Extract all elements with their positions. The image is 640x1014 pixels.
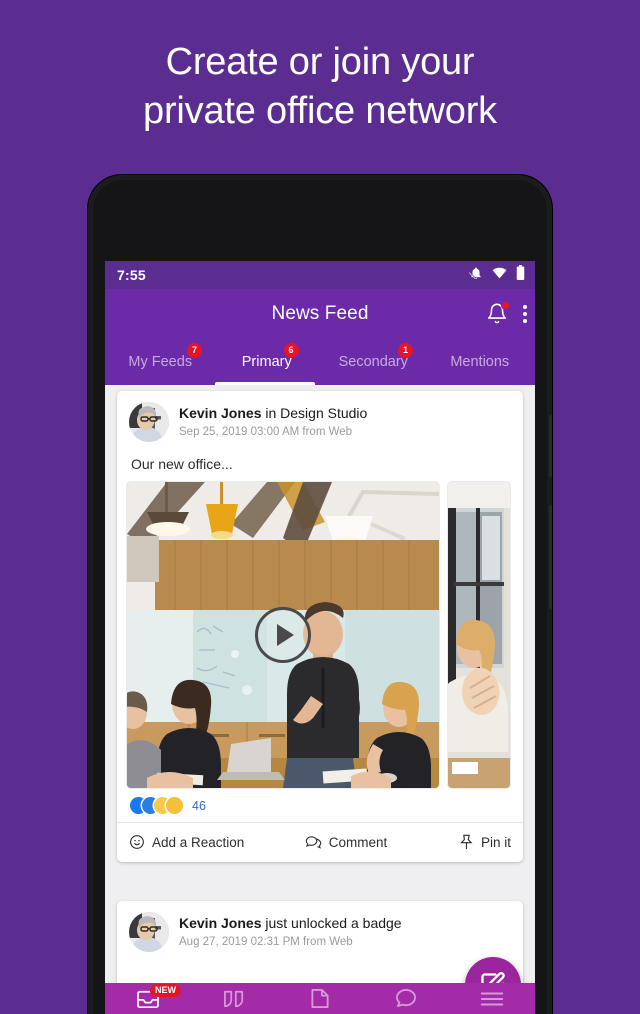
post-meta: Kevin Jones just unlocked a badge Aug 27… bbox=[179, 912, 402, 950]
wifi-icon bbox=[492, 266, 507, 284]
phone-side-button-volume bbox=[549, 505, 552, 609]
phone-screen: 7:55 News Feed My Feeds 7 Primary 6 Seco… bbox=[105, 261, 535, 1014]
post-timestamp: Aug 27, 2019 02:31 PM from Web bbox=[179, 936, 353, 948]
tab-secondary-label: Secondary bbox=[338, 354, 408, 370]
avatar[interactable] bbox=[129, 912, 169, 952]
nav-item-more[interactable]: More bbox=[449, 983, 535, 1014]
tab-primary-badge: 6 bbox=[283, 343, 299, 358]
nav-item-chats[interactable]: Chats bbox=[363, 983, 449, 1014]
nav-item-posts[interactable]: Posts bbox=[191, 983, 277, 1014]
tab-my-feeds-label: My Feeds bbox=[128, 354, 193, 370]
tab-secondary[interactable]: Secondary 1 bbox=[320, 339, 427, 385]
tab-primary-label: Primary bbox=[241, 354, 292, 370]
pin-it-label: Pin it bbox=[480, 834, 511, 850]
avatar[interactable] bbox=[129, 402, 169, 442]
quote-icon bbox=[222, 989, 246, 1014]
bell-off-icon bbox=[466, 266, 483, 285]
post-author-line: Kevin Jones in Design Studio bbox=[179, 404, 367, 422]
tab-my-feeds[interactable]: My Feeds 7 bbox=[107, 339, 214, 385]
post-context: in Design Studio bbox=[261, 405, 368, 421]
bottom-navigation: NEW News Feed Posts bbox=[105, 983, 535, 1014]
add-reaction-label: Add a Reaction bbox=[152, 834, 245, 850]
video-thumbnail[interactable] bbox=[127, 482, 439, 788]
tab-mentions-label: Mentions bbox=[450, 354, 510, 370]
headline-line-2: private office network bbox=[143, 90, 497, 132]
post-meta: Kevin Jones in Design Studio Sep 25, 201… bbox=[179, 402, 367, 440]
page-title: News Feed bbox=[271, 303, 369, 324]
haha-icon bbox=[166, 797, 183, 814]
nav-new-badge: NEW bbox=[150, 984, 181, 997]
post-author-name[interactable]: Kevin Jones bbox=[179, 405, 261, 421]
news-feed-list[interactable]: Kevin Jones in Design Studio Sep 25, 201… bbox=[105, 385, 535, 1014]
headline-line-1: Create or join your bbox=[165, 41, 475, 83]
status-bar: 7:55 bbox=[105, 261, 535, 289]
hamburger-icon bbox=[480, 990, 504, 1013]
battery-icon bbox=[516, 265, 525, 285]
phone-mockup: 7:55 News Feed My Feeds 7 Primary 6 Seco… bbox=[88, 175, 552, 1014]
feed-tabs: My Feeds 7 Primary 6 Secondary 1 Mention… bbox=[105, 339, 535, 385]
post-body-text: Our new office... bbox=[131, 456, 233, 472]
comment-button[interactable]: Comment bbox=[305, 834, 439, 850]
tab-mentions[interactable]: Mentions bbox=[427, 339, 534, 385]
reaction-emoji-stack bbox=[130, 797, 183, 814]
post-header: Kevin Jones just unlocked a badge Aug 27… bbox=[117, 901, 523, 958]
status-icons bbox=[466, 265, 525, 285]
app-bar-actions bbox=[486, 289, 527, 339]
notifications-button[interactable] bbox=[486, 301, 510, 326]
post-card[interactable]: Kevin Jones in Design Studio Sep 25, 201… bbox=[117, 391, 523, 862]
post-context: just unlocked a badge bbox=[261, 915, 402, 931]
media-thumbnail-secondary[interactable] bbox=[448, 482, 510, 788]
post-header: Kevin Jones in Design Studio Sep 25, 201… bbox=[117, 391, 523, 448]
post-actions: Add a Reaction Comment Pin it bbox=[117, 823, 523, 862]
post-author-name[interactable]: Kevin Jones bbox=[179, 915, 261, 931]
promo-headline: Create or join your private office netwo… bbox=[0, 38, 640, 136]
overflow-menu-button[interactable] bbox=[522, 305, 527, 323]
play-icon[interactable] bbox=[255, 607, 311, 663]
file-icon bbox=[310, 988, 330, 1014]
nav-item-files[interactable]: Files bbox=[277, 983, 363, 1014]
notification-badge-dot bbox=[501, 301, 510, 310]
tab-secondary-badge: 1 bbox=[398, 343, 413, 358]
post-author-line: Kevin Jones just unlocked a badge bbox=[179, 914, 402, 932]
nav-item-news-feed[interactable]: NEW News Feed bbox=[105, 983, 191, 1014]
app-bar: News Feed bbox=[105, 289, 535, 339]
comment-label: Comment bbox=[328, 834, 388, 850]
post-reactions[interactable]: 46 bbox=[117, 788, 523, 822]
phone-side-button-power bbox=[549, 415, 552, 477]
tab-primary[interactable]: Primary 6 bbox=[214, 339, 321, 385]
post-timestamp: Sep 25, 2019 03:00 AM from Web bbox=[179, 426, 353, 438]
chat-icon bbox=[395, 988, 418, 1014]
status-time: 7:55 bbox=[117, 267, 146, 283]
tab-my-feeds-badge: 7 bbox=[187, 343, 202, 358]
pin-it-button[interactable]: Pin it bbox=[438, 834, 511, 850]
reaction-count[interactable]: 46 bbox=[192, 799, 206, 813]
post-media-row bbox=[117, 482, 523, 788]
add-reaction-button[interactable]: Add a Reaction bbox=[129, 834, 305, 850]
